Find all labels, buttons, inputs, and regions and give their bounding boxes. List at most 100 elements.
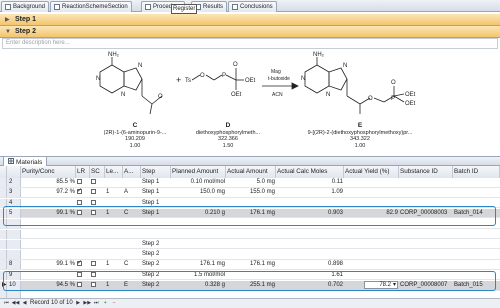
cell-sc[interactable]: [90, 230, 105, 239]
cell-a[interactable]: [123, 178, 141, 187]
description-input[interactable]: Enter description here...: [2, 38, 498, 49]
table-row[interactable]: [0, 229, 500, 239]
row-indicator[interactable]: [0, 188, 7, 198]
cell-lr[interactable]: [76, 240, 90, 249]
lr-checkbox[interactable]: [77, 199, 82, 205]
col-header-sc[interactable]: SC: [90, 166, 105, 178]
cell-yield[interactable]: [344, 230, 399, 239]
sc-checkbox[interactable]: [91, 189, 96, 195]
table-row[interactable]: Step 2: [0, 239, 500, 250]
col-header-moles[interactable]: Actual Calc Moles: [276, 166, 344, 178]
cell-purity[interactable]: 99.1 %: [21, 260, 76, 269]
delete-record-icon[interactable]: −: [111, 300, 118, 307]
cell-bid[interactable]: [453, 250, 500, 259]
cell-bid[interactable]: [453, 260, 500, 269]
row-indicator[interactable]: [0, 229, 7, 239]
cell-le[interactable]: [105, 178, 123, 187]
cell-step[interactable]: Step 2: [141, 260, 171, 269]
row-indicator[interactable]: [0, 239, 7, 249]
cell-planned[interactable]: [171, 250, 226, 259]
cell-sc[interactable]: [90, 260, 105, 269]
col-header-yield[interactable]: Actual Yield (%): [344, 166, 399, 178]
cell-purity[interactable]: [21, 250, 76, 259]
cell-le[interactable]: 1: [105, 260, 123, 269]
col-header-le[interactable]: Le...: [105, 166, 123, 178]
next-record-icon[interactable]: ▶: [75, 300, 82, 307]
cell-yield[interactable]: [344, 240, 399, 249]
col-header-a[interactable]: A...: [123, 166, 141, 178]
cell-yield[interactable]: [344, 250, 399, 259]
lr-checkbox[interactable]: [77, 188, 82, 196]
table-row[interactable]: 2 85.5 % Step 1 0.10 mol/mol 5.0 mg 0.11: [0, 178, 500, 188]
cell-n[interactable]: 3: [7, 188, 21, 198]
prev-page-icon[interactable]: ◀◀: [12, 300, 20, 307]
tab-reaction-scheme[interactable]: ReactionSchemeSection: [50, 1, 132, 12]
cell-moles[interactable]: 0.898: [276, 260, 344, 269]
sc-checkbox[interactable]: [91, 178, 96, 184]
cell-n[interactable]: 2: [7, 178, 21, 187]
cell-actual[interactable]: 176.1 mg: [226, 260, 276, 269]
row-indicator[interactable]: [0, 250, 7, 260]
cell-sid[interactable]: [399, 240, 453, 249]
col-header-actual[interactable]: Actual Amount: [226, 166, 276, 178]
add-record-icon[interactable]: +: [102, 300, 109, 307]
cell-a[interactable]: [123, 240, 141, 249]
cell-bid[interactable]: [453, 188, 500, 197]
cell-bid[interactable]: [453, 178, 500, 187]
cell-sid[interactable]: [399, 250, 453, 259]
cell-yield[interactable]: [344, 188, 399, 197]
cell-bid[interactable]: [453, 230, 500, 239]
cell-actual[interactable]: 155.0 mg: [226, 188, 276, 197]
row-indicator[interactable]: [0, 178, 7, 187]
cell-sid[interactable]: [399, 178, 453, 187]
col-header-batch-id[interactable]: Batch ID: [453, 166, 500, 178]
cell-yield[interactable]: [344, 178, 399, 187]
step-2-header[interactable]: ▼ Step 2: [0, 26, 500, 38]
cell-actual[interactable]: [226, 250, 276, 259]
cell-sc[interactable]: [90, 250, 105, 259]
cell-lr[interactable]: [76, 250, 90, 259]
cell-sc[interactable]: [90, 240, 105, 249]
row-indicator[interactable]: [0, 260, 7, 270]
step-1-header[interactable]: ▶ Step 1: [0, 14, 500, 26]
cell-step[interactable]: Step 2: [141, 240, 171, 249]
cell-actual[interactable]: [226, 240, 276, 249]
cell-step[interactable]: Step 2: [141, 250, 171, 259]
cell-planned[interactable]: [171, 240, 226, 249]
table-row[interactable]: Step 2: [0, 250, 500, 260]
cell-n[interactable]: [7, 239, 21, 249]
cell-moles[interactable]: 1.09: [276, 188, 344, 197]
cell-purity[interactable]: 97.2 %: [21, 188, 76, 197]
cell-lr[interactable]: [76, 188, 90, 197]
cell-a[interactable]: A: [123, 188, 141, 197]
next-page-icon[interactable]: ▶▶: [83, 300, 91, 307]
col-header-lr[interactable]: LR: [76, 166, 90, 178]
cell-moles[interactable]: [276, 230, 344, 239]
cell-planned[interactable]: [171, 230, 226, 239]
cell-planned[interactable]: 176.1 mg: [171, 260, 226, 269]
sc-checkbox[interactable]: [91, 261, 96, 267]
cell-actual[interactable]: [226, 230, 276, 239]
col-header-purity[interactable]: Purity/Conc: [21, 166, 76, 178]
cell-le[interactable]: 1: [105, 188, 123, 197]
cell-step[interactable]: [141, 230, 171, 239]
cell-lr[interactable]: [76, 260, 90, 269]
table-row[interactable]: 397.2 % 1AStep 1150.0 mg155.0 mg1.09: [0, 188, 500, 198]
cell-le[interactable]: [105, 250, 123, 259]
sc-checkbox[interactable]: [91, 199, 96, 205]
cell-lr[interactable]: [76, 178, 90, 187]
expand-arrow-icon[interactable]: ▼: [5, 27, 13, 38]
table-row[interactable]: 899.1 %1CStep 2176.1 mg176.1 mg0.898: [0, 260, 500, 270]
cell-a[interactable]: C: [123, 260, 141, 269]
cell-moles[interactable]: [276, 250, 344, 259]
cell-purity[interactable]: [21, 230, 76, 239]
cell-a[interactable]: [123, 250, 141, 259]
cell-actual[interactable]: 5.0 mg: [226, 178, 276, 187]
cell-bid[interactable]: [453, 240, 500, 249]
cell-le[interactable]: [105, 230, 123, 239]
prev-record-icon[interactable]: ◀: [21, 300, 28, 307]
cell-sc[interactable]: [90, 178, 105, 187]
cell-sc[interactable]: [90, 188, 105, 197]
cell-step[interactable]: Step 1: [141, 188, 171, 197]
cell-sid[interactable]: [399, 188, 453, 197]
